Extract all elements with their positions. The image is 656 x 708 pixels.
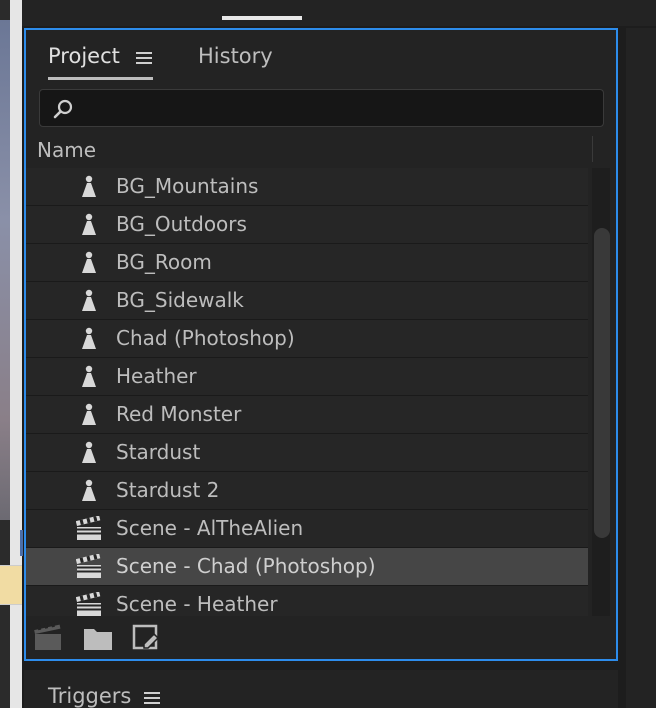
list-item[interactable]: BG_Outdoors	[26, 206, 588, 244]
list-item[interactable]: BG_Sidewalk	[26, 282, 588, 320]
list-item-label: Red Monster	[116, 402, 242, 426]
puppet-icon	[76, 326, 102, 352]
list-item[interactable]: Red Monster	[26, 396, 588, 434]
puppet-icon	[76, 174, 102, 200]
list-item-label: Heather	[116, 364, 197, 388]
list-item-label: BG_Sidewalk	[116, 288, 244, 312]
clapperboard-icon	[75, 515, 102, 542]
scrollbar-thumb[interactable]	[594, 228, 610, 538]
selection-mark	[20, 530, 23, 556]
clapperboard-icon	[75, 591, 102, 616]
list-scrollbar[interactable]	[592, 168, 610, 616]
list-item[interactable]: Chad (Photoshop)	[26, 320, 588, 358]
triggers-panel-title[interactable]: Triggers	[48, 684, 131, 708]
puppet-icon	[76, 440, 102, 466]
column-header-name[interactable]: Name	[37, 138, 96, 162]
project-item-list: BG_Mountains BG_Outdoors BG_Room BG_Sidewal…	[26, 168, 588, 616]
list-item[interactable]: Stardust	[26, 434, 588, 472]
list-item-label: BG_Outdoors	[116, 212, 247, 236]
triggers-menu-icon[interactable]	[144, 692, 160, 705]
puppet-icon	[76, 288, 102, 314]
tab-history-label: History	[198, 44, 273, 68]
list-item[interactable]: Scene - Chad (Photoshop)	[26, 548, 588, 586]
triggers-panel: Triggers	[24, 670, 618, 708]
list-item-label: Chad (Photoshop)	[116, 326, 295, 350]
workspace-tab-bar	[22, 0, 656, 26]
list-item-label: BG_Room	[116, 250, 212, 274]
search-input[interactable]	[39, 89, 604, 127]
panel-menu-icon[interactable]	[136, 52, 152, 65]
list-item-label: Stardust	[116, 440, 201, 464]
list-item[interactable]: Scene - Heather	[26, 586, 588, 616]
list-item[interactable]: BG_Room	[26, 244, 588, 282]
new-scene-icon[interactable]	[32, 620, 66, 654]
active-workspace-underline	[222, 16, 302, 20]
project-panel: Project History Name BG_Mountains BG_Outd…	[24, 28, 618, 661]
panel-tabs: Project History	[26, 30, 616, 84]
list-item-label: Scene - Heather	[116, 592, 278, 616]
tab-active-underline	[48, 77, 153, 80]
background-image	[0, 20, 10, 520]
list-item[interactable]: Scene - AlTheAlien	[26, 510, 588, 548]
clapperboard-icon	[75, 553, 102, 580]
tab-history[interactable]: History	[198, 44, 273, 68]
list-item-label: BG_Mountains	[116, 174, 259, 198]
adjacent-panel	[626, 28, 656, 708]
puppet-icon	[76, 364, 102, 390]
list-item[interactable]: Heather	[26, 358, 588, 396]
list-item-label: Scene - AlTheAlien	[116, 516, 304, 540]
list-item-label: Stardust 2	[116, 478, 220, 502]
edit-icon[interactable]	[130, 620, 164, 654]
underlying-window-edge	[0, 0, 23, 708]
puppet-icon	[76, 212, 102, 238]
highlight-strip	[0, 565, 22, 605]
list-item-label: Scene - Chad (Photoshop)	[116, 554, 376, 578]
panel-footer	[26, 620, 616, 660]
tab-project-label: Project	[48, 44, 120, 68]
new-folder-icon[interactable]	[81, 620, 115, 654]
puppet-icon	[76, 478, 102, 504]
puppet-icon	[76, 402, 102, 428]
column-separator[interactable]	[592, 136, 593, 162]
tab-project[interactable]: Project	[48, 44, 153, 80]
column-header: Name	[26, 134, 593, 168]
puppet-icon	[76, 250, 102, 276]
list-item[interactable]: BG_Mountains	[26, 168, 588, 206]
search-icon	[53, 99, 73, 119]
list-item[interactable]: Stardust 2	[26, 472, 588, 510]
